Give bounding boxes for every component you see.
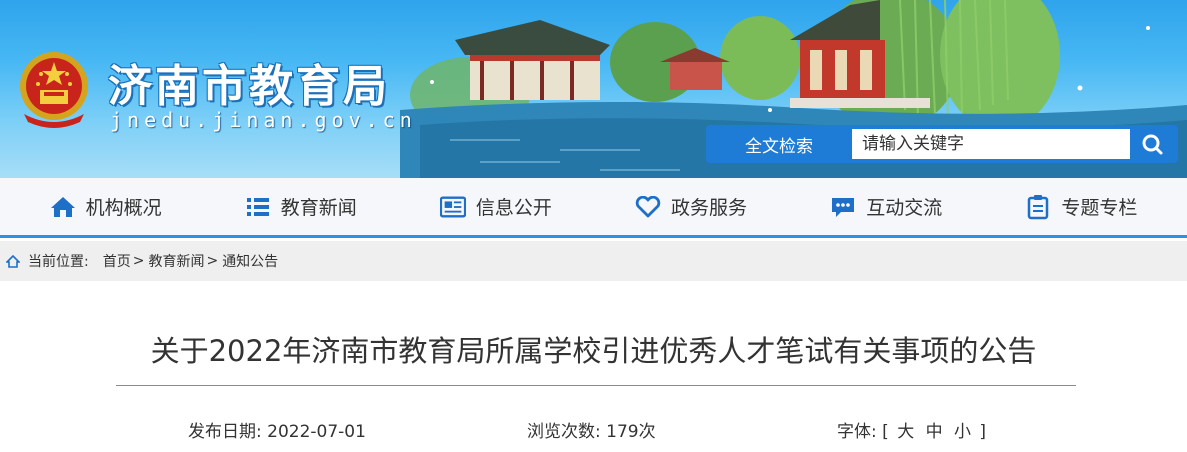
breadcrumb-label: 当前位置: xyxy=(28,254,89,270)
view-count: 浏览次数: 179次 xyxy=(527,417,656,442)
search-input[interactable] xyxy=(852,129,1130,159)
newspaper-icon xyxy=(439,194,466,220)
font-bracket-open: [ xyxy=(882,422,889,442)
publish-date-value: 2022-07-01 xyxy=(267,422,366,442)
national-emblem-icon xyxy=(14,48,94,130)
clipboard-icon xyxy=(1025,194,1051,220)
breadcrumb-notices[interactable]: 通知公告 xyxy=(222,251,278,271)
nav-label: 信息公开 xyxy=(475,197,552,219)
breadcrumb-education-news[interactable]: 教育新闻 xyxy=(148,251,204,271)
nav-item-education-news[interactable]: 教育新闻 xyxy=(245,193,357,220)
nav-label: 机构概况 xyxy=(85,197,162,219)
font-large-button[interactable]: 大 xyxy=(897,422,914,442)
site-url: jnedu.jinan.gov.cn xyxy=(110,108,417,132)
publish-date-label: 发布日期: xyxy=(188,422,262,442)
list-icon xyxy=(245,194,271,220)
nav-item-info-disclosure[interactable]: 信息公开 xyxy=(439,193,552,220)
heart-icon xyxy=(635,194,661,220)
search-box: 全文检索 xyxy=(706,125,1178,163)
view-count-value: 179次 xyxy=(606,422,656,442)
publish-date: 发布日期: 2022-07-01 xyxy=(188,417,366,442)
title-divider xyxy=(116,385,1076,386)
font-size-label: 字体: xyxy=(837,422,877,442)
chat-icon xyxy=(830,194,856,220)
breadcrumb-home[interactable]: 首页 xyxy=(103,251,131,271)
nav-label: 互动交流 xyxy=(866,197,943,219)
view-count-label: 浏览次数: xyxy=(527,422,601,442)
location-home-icon xyxy=(6,254,20,268)
breadcrumb: 当前位置: 首页 > 教育新闻 > 通知公告 xyxy=(0,241,1187,281)
nav-label: 政务服务 xyxy=(671,197,748,219)
home-icon xyxy=(50,194,76,220)
breadcrumb-separator: > xyxy=(132,253,145,269)
nav-item-special-topics[interactable]: 专题专栏 xyxy=(1025,193,1137,220)
article-title: 关于2022年济南市教育局所属学校引进优秀人才笔试有关事项的公告 xyxy=(150,334,1037,368)
article-meta: 发布日期: 2022-07-01 浏览次数: 179次 字体: [ 大 中 小 … xyxy=(0,417,1187,442)
nav-item-organization[interactable]: 机构概况 xyxy=(50,193,162,220)
search-button[interactable] xyxy=(1130,125,1174,163)
font-size-control: 字体: [ 大 中 小 ] xyxy=(837,417,986,442)
search-label[interactable]: 全文检索 xyxy=(706,132,852,157)
nav-label: 专题专栏 xyxy=(1061,197,1138,219)
site-banner: 济南市教育局 jnedu.jinan.gov.cn 全文检索 xyxy=(0,0,1187,178)
font-small-button[interactable]: 小 xyxy=(954,422,971,442)
font-medium-button[interactable]: 中 xyxy=(926,422,943,442)
site-name: 济南市教育局 xyxy=(108,61,390,112)
search-icon xyxy=(1142,134,1163,155)
nav-item-government-services[interactable]: 政务服务 xyxy=(635,193,747,220)
breadcrumb-separator: > xyxy=(206,253,219,269)
main-nav: 机构概况 教育新闻 信息公开 政务服务 互动交流 专题专栏 xyxy=(0,178,1187,238)
font-bracket-close: ] xyxy=(979,422,987,442)
nav-label: 教育新闻 xyxy=(280,197,357,219)
nav-item-interaction[interactable]: 互动交流 xyxy=(830,193,942,220)
